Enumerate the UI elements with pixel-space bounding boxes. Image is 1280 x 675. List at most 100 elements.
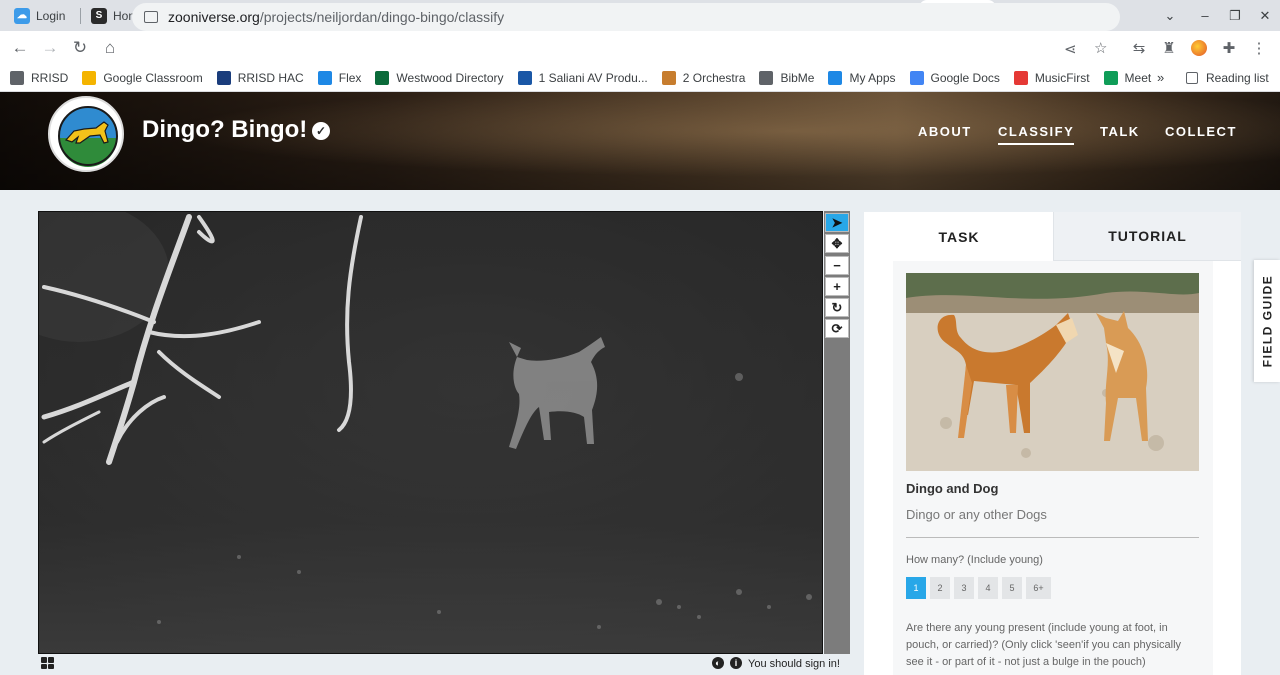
minimize-icon[interactable]: – bbox=[1190, 0, 1220, 31]
bookmark-favicon-icon bbox=[828, 71, 843, 85]
url-host: zooniverse.org bbox=[168, 9, 260, 25]
grid-view-icon[interactable] bbox=[41, 657, 54, 669]
address-row: ← → ↻ ⌂ bbox=[0, 31, 1280, 65]
bookmark-item[interactable]: 1 Saliani AV Produ... bbox=[517, 71, 648, 85]
bookmark-item[interactable]: Westwood Directory bbox=[375, 71, 504, 85]
bookmark-label: Meet bbox=[1124, 71, 1152, 85]
verified-badge-icon: ✓ bbox=[312, 122, 330, 140]
bookmark-label: Westwood Directory bbox=[396, 71, 504, 85]
count-button-2[interactable]: 2 bbox=[930, 577, 950, 599]
bookmarks-overflow-icon[interactable]: » bbox=[1157, 70, 1164, 85]
count-button-1[interactable]: 1 bbox=[906, 577, 926, 599]
nav-collect[interactable]: COLLECT bbox=[1165, 124, 1237, 139]
field-guide-button[interactable]: FIELD GUIDE bbox=[1254, 260, 1280, 382]
tab-search-icon[interactable]: ⌄ bbox=[1155, 0, 1185, 31]
extension-icon[interactable]: ♜ bbox=[1158, 37, 1180, 59]
rotate-icon[interactable]: ↻ bbox=[825, 298, 849, 317]
bookmark-favicon-icon bbox=[759, 71, 774, 85]
count-button-6+[interactable]: 6+ bbox=[1026, 577, 1051, 599]
camera-trap-photo bbox=[39, 212, 822, 653]
bookmark-favicon-icon bbox=[10, 71, 24, 85]
bookmark-item[interactable]: 2 Orchestra bbox=[661, 71, 746, 85]
reading-list-button[interactable]: Reading list bbox=[1186, 71, 1269, 85]
nav-classify[interactable]: CLASSIFY bbox=[998, 124, 1075, 145]
bookmark-label: Google Classroom bbox=[103, 71, 203, 85]
subject-image[interactable] bbox=[38, 211, 823, 654]
bookmark-item[interactable]: Meet bbox=[1103, 71, 1152, 85]
bookmark-label: 1 Saliani AV Produ... bbox=[538, 71, 648, 85]
choice-title: Dingo and Dog bbox=[906, 481, 999, 496]
count-button-3[interactable]: 3 bbox=[954, 577, 974, 599]
nav-talk[interactable]: TALK bbox=[1100, 124, 1140, 139]
bookmark-item[interactable]: RRISD HAC bbox=[216, 71, 304, 85]
reading-list-label: Reading list bbox=[1206, 71, 1269, 85]
bookmark-favicon-icon bbox=[1103, 71, 1118, 85]
tab-tutorial[interactable]: TUTORIAL bbox=[1053, 212, 1241, 261]
home-icon[interactable]: ⌂ bbox=[95, 33, 125, 63]
question-how-many: How many? (Include young) bbox=[906, 554, 1043, 566]
nav-about[interactable]: ABOUT bbox=[918, 124, 972, 139]
move-tool-icon[interactable]: ✥ bbox=[825, 234, 849, 253]
bookmarks-bar: RRISD Google Classroom RRISD HAC Flex Westwo… bbox=[0, 65, 1280, 92]
reading-list-icon bbox=[1186, 72, 1198, 84]
bookmark-item[interactable]: Flex bbox=[317, 71, 362, 85]
zoom-out-icon[interactable]: − bbox=[825, 256, 849, 275]
bookmark-favicon-icon bbox=[375, 71, 390, 85]
extension-icon[interactable]: ⇆ bbox=[1128, 37, 1150, 59]
bookmark-label: Flex bbox=[338, 71, 362, 85]
bookmark-label: 2 Orchestra bbox=[682, 71, 746, 85]
bookmark-label: MusicFirst bbox=[1034, 71, 1090, 85]
bookmark-item[interactable]: Google Classroom bbox=[82, 71, 203, 85]
restore-icon[interactable]: ❐ bbox=[1220, 0, 1250, 31]
reload-icon[interactable]: ↻ bbox=[65, 33, 95, 63]
tab-favicon-icon: S bbox=[91, 7, 107, 24]
profile-extension-icon[interactable] bbox=[1188, 37, 1210, 59]
bookmark-favicon-icon bbox=[909, 71, 924, 85]
close-window-icon[interactable]: ✕ bbox=[1250, 0, 1280, 31]
menu-icon[interactable]: ⋮ bbox=[1248, 37, 1270, 59]
project-logo[interactable] bbox=[48, 96, 124, 172]
tab-title: Login bbox=[36, 8, 66, 23]
share-icon[interactable]: ⋖ bbox=[1064, 40, 1077, 58]
divider bbox=[906, 537, 1199, 538]
back-icon[interactable]: ← bbox=[5, 33, 35, 63]
bookmark-favicon-icon bbox=[216, 71, 231, 85]
bookmark-favicon-icon bbox=[517, 71, 532, 85]
url-path: /projects/neiljordan/dingo-bingo/classif… bbox=[259, 9, 505, 25]
bookmark-item[interactable]: BibMe bbox=[759, 71, 814, 85]
bookmark-label: RRISD HAC bbox=[237, 71, 304, 85]
bookmark-label: My Apps bbox=[849, 71, 896, 85]
puzzle-icon[interactable]: ✚ bbox=[1218, 37, 1240, 59]
bookmark-favicon-icon bbox=[1013, 71, 1028, 85]
bookmark-favicon-icon bbox=[317, 71, 332, 85]
reset-view-icon[interactable]: ⟳ bbox=[825, 319, 849, 338]
bookmark-item[interactable]: MusicFirst bbox=[1013, 71, 1090, 85]
field-guide-label: FIELD GUIDE bbox=[1260, 274, 1275, 368]
bookmark-item[interactable]: RRISD bbox=[10, 71, 68, 85]
dingo-and-dog-photo bbox=[906, 273, 1199, 471]
bookmark-favicon-icon bbox=[661, 71, 676, 85]
count-button-5[interactable]: 5 bbox=[1002, 577, 1022, 599]
invert-icon[interactable]: ◐ bbox=[712, 657, 724, 669]
choice-description: Dingo or any other Dogs bbox=[906, 507, 1047, 522]
pointer-tool-icon[interactable]: ➤ bbox=[825, 213, 849, 232]
bookmark-star-icon[interactable]: ☆ bbox=[1094, 39, 1107, 57]
bookmark-label: RRISD bbox=[31, 71, 69, 85]
count-button-4[interactable]: 4 bbox=[978, 577, 998, 599]
bookmark-item[interactable]: My Apps bbox=[828, 71, 896, 85]
zoom-in-icon[interactable]: + bbox=[825, 277, 849, 296]
forward-icon[interactable]: → bbox=[35, 33, 65, 63]
address-bar[interactable]: zooniverse.org/projects/neiljordan/dingo… bbox=[132, 3, 1120, 31]
choice-example-image bbox=[906, 273, 1199, 471]
info-icon[interactable]: i bbox=[730, 657, 742, 669]
bookmark-item[interactable]: Google Docs bbox=[909, 71, 1000, 85]
browser-tab[interactable]: ☁ Login bbox=[4, 0, 81, 31]
project-title[interactable]: Dingo? Bingo! bbox=[142, 116, 307, 144]
sign-in-prompt[interactable]: You should sign in! bbox=[748, 658, 840, 670]
site-info-icon[interactable] bbox=[144, 11, 158, 23]
bookmark-label: Google Docs bbox=[930, 71, 1000, 85]
tab-task[interactable]: TASK bbox=[865, 212, 1053, 261]
bookmark-label: BibMe bbox=[780, 71, 815, 85]
tab-favicon-icon: ☁ bbox=[14, 7, 30, 24]
bookmark-favicon-icon bbox=[82, 71, 97, 85]
